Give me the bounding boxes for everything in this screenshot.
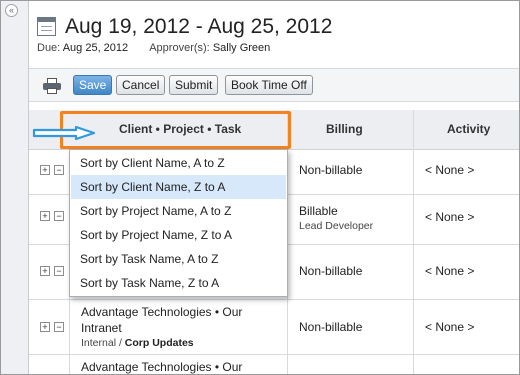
sort-project-z-a[interactable]: Sort by Project Name, Z to A (71, 223, 286, 247)
sort-client-z-a[interactable]: Sort by Client Name, Z to A (71, 175, 286, 199)
billing-cell: Non-billable (299, 320, 363, 334)
print-icon[interactable] (43, 78, 61, 94)
collapse-row-icon[interactable]: − (54, 266, 64, 276)
left-rail: « (1, 1, 29, 374)
toolbar: Save Cancel Submit Book Time Off (29, 68, 519, 102)
timesheet-window: « Aug 19, 2012 - Aug 25, 2012 Due: Aug 2… (0, 0, 520, 375)
task-category: Internal / (81, 337, 125, 349)
table-row[interactable]: + − Advantage Technologies • Our Intrane… (29, 300, 519, 355)
due-label: Due: (37, 42, 61, 54)
task-name: Corp Updates (124, 337, 194, 349)
activity-cell[interactable]: < None > (425, 163, 474, 177)
expand-icon[interactable]: + (40, 322, 50, 332)
book-time-off-button[interactable]: Book Time Off (225, 75, 313, 95)
expand-icon[interactable]: + (40, 165, 50, 175)
sort-client-a-z[interactable]: Sort by Client Name, A to Z (71, 151, 286, 175)
collapse-row-icon[interactable]: − (54, 165, 64, 175)
task-line: Internal / Corp Updates (81, 337, 194, 349)
expand-icon[interactable]: + (40, 266, 50, 276)
page-title: Aug 19, 2012 - Aug 25, 2012 (65, 15, 333, 38)
sort-project-a-z[interactable]: Sort by Project Name, A to Z (71, 199, 286, 223)
submit-button[interactable]: Submit (169, 75, 219, 95)
activity-cell[interactable]: < None > (425, 264, 474, 278)
sort-task-z-a[interactable]: Sort by Task Name, Z to A (71, 271, 286, 295)
sort-menu: Sort by Client Name, A to Z Sort by Clie… (69, 149, 288, 297)
billing-cell: Non-billable (299, 163, 363, 177)
client-project-line: Advantage Technologies • Our (81, 305, 243, 319)
sort-task-a-z[interactable]: Sort by Task Name, A to Z (71, 247, 286, 271)
table-row[interactable]: Advantage Technologies • Our (29, 355, 519, 374)
arrow-icon (32, 126, 96, 140)
column-divider (413, 110, 414, 374)
collapse-row-icon[interactable]: − (54, 211, 64, 221)
cancel-button[interactable]: Cancel (116, 75, 166, 95)
client-project-line: Advantage Technologies • Our (81, 360, 243, 374)
billing-role: Lead Developer (299, 220, 374, 232)
billing-cell: Non-billable (299, 264, 363, 278)
collapse-icon[interactable]: « (5, 4, 18, 17)
calendar-icon (37, 17, 56, 36)
approver-name: Sally Green (212, 42, 271, 54)
column-billing[interactable]: Billing (326, 122, 363, 136)
expand-icon[interactable]: + (40, 211, 50, 221)
column-activity[interactable]: Activity (447, 122, 490, 136)
due-date: Aug 25, 2012 (62, 42, 129, 54)
approver-label: Approver(s): (149, 42, 210, 54)
timesheet-meta: Due: Aug 25, 2012 Approver(s): Sally Gre… (37, 42, 270, 54)
activity-cell[interactable]: < None > (425, 320, 474, 334)
save-button[interactable]: Save (73, 75, 113, 95)
collapse-row-icon[interactable]: − (54, 322, 64, 332)
billing-cell: Billable (299, 204, 338, 218)
project-name-line: Intranet (81, 321, 122, 335)
activity-cell[interactable]: < None > (425, 210, 474, 224)
